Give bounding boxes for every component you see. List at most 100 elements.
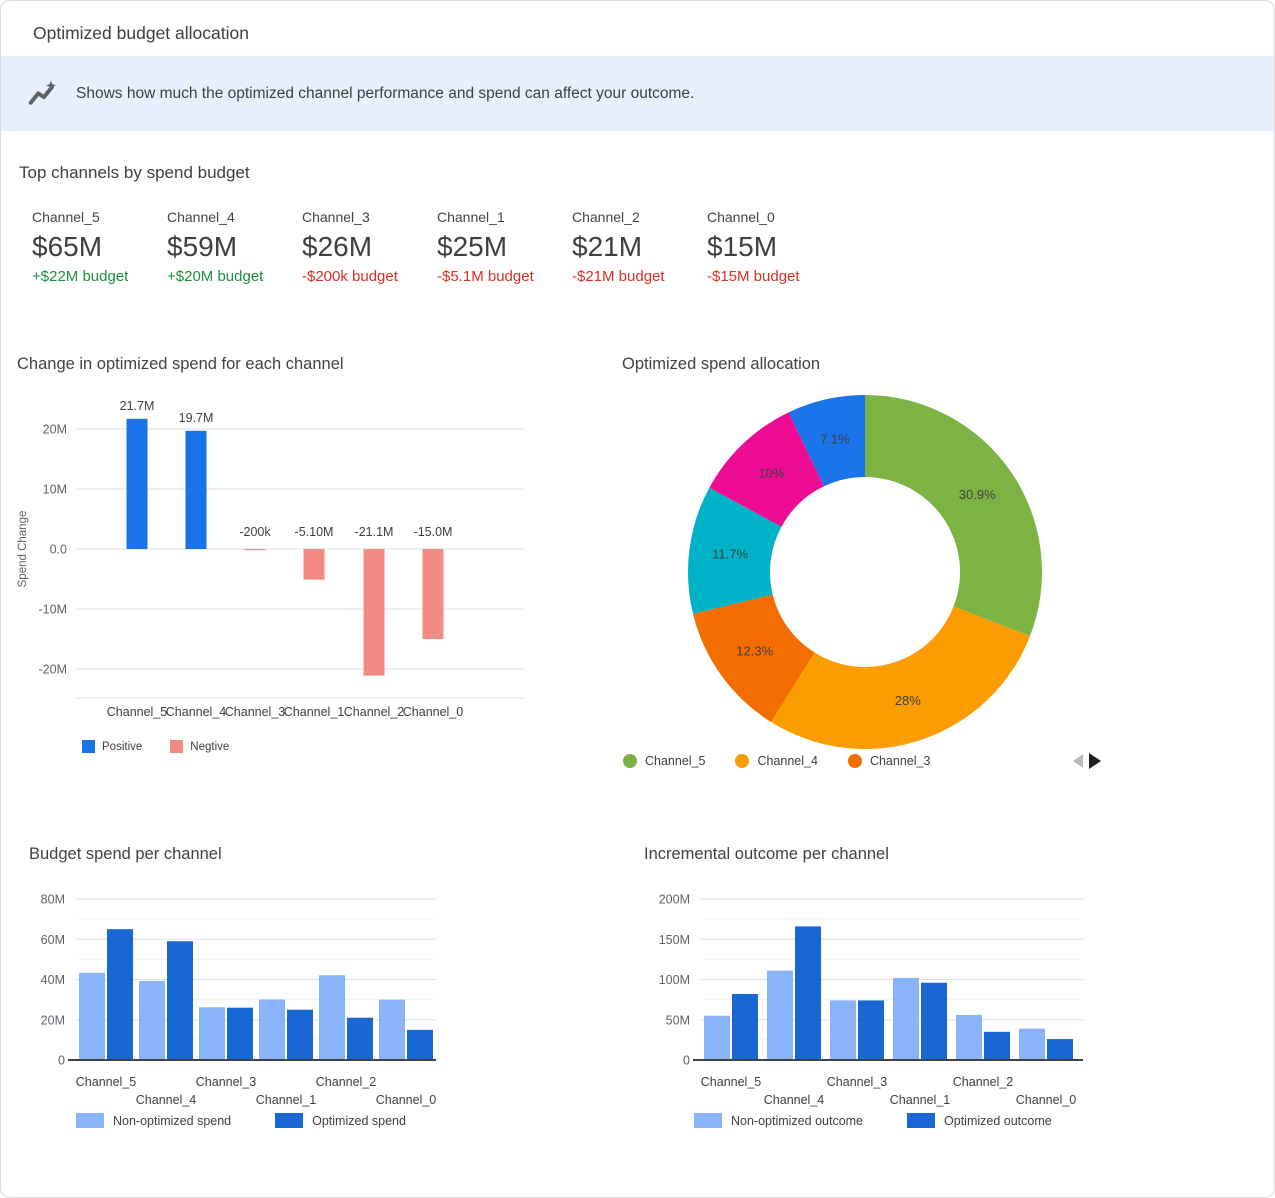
svg-text:Channel_4: Channel_4 bbox=[136, 1093, 197, 1107]
top-channels-row: Channel_5 $65M +$22M budget Channel_4 $5… bbox=[32, 209, 842, 285]
svg-text:60M: 60M bbox=[41, 933, 65, 947]
channel-spend-value: $26M bbox=[302, 232, 437, 262]
svg-text:0: 0 bbox=[58, 1054, 65, 1068]
incremental-outcome-legend: Non-optimized outcome Optimized outcome bbox=[694, 1113, 1052, 1128]
channel4-legend-dot bbox=[735, 754, 749, 768]
channel3-legend-dot bbox=[848, 754, 862, 768]
channel-budget-delta: -$15M budget bbox=[707, 268, 842, 285]
svg-text:11.7%: 11.7% bbox=[712, 547, 748, 562]
svg-text:Channel_1: Channel_1 bbox=[890, 1093, 951, 1107]
legend-label: Positive bbox=[102, 741, 142, 753]
svg-text:28%: 28% bbox=[895, 693, 921, 708]
legend-label: Optimized outcome bbox=[944, 1114, 1052, 1128]
channel-budget-delta: +$20M budget bbox=[167, 268, 302, 285]
svg-text:Channel_4: Channel_4 bbox=[166, 705, 227, 719]
svg-text:50M: 50M bbox=[666, 1013, 690, 1027]
budget-spend-legend: Non-optimized spend Optimized spend bbox=[76, 1113, 406, 1128]
channel-card: Channel_2 $21M -$21M budget bbox=[572, 209, 707, 285]
page-title: Optimized budget allocation bbox=[33, 23, 249, 44]
svg-text:7.1%: 7.1% bbox=[820, 431, 850, 446]
channel-card: Channel_0 $15M -$15M budget bbox=[707, 209, 842, 285]
svg-text:19.7M: 19.7M bbox=[179, 411, 214, 425]
channel-budget-delta: +$22M budget bbox=[32, 268, 167, 285]
svg-text:Channel_5: Channel_5 bbox=[701, 1075, 762, 1089]
svg-text:200M: 200M bbox=[659, 893, 690, 907]
svg-text:Channel_3: Channel_3 bbox=[225, 705, 286, 719]
allocation-chart-title: Optimized spend allocation bbox=[622, 355, 820, 374]
svg-text:100M: 100M bbox=[659, 973, 690, 987]
legend-label: Negtive bbox=[190, 741, 229, 753]
channel-card: Channel_3 $26M -$200k budget bbox=[302, 209, 437, 285]
allocation-donut-chart[interactable]: 30.9%28%12.3%11.7%10%7.1% bbox=[622, 386, 1092, 752]
legend-label: Optimized spend bbox=[312, 1114, 406, 1128]
svg-text:Channel_4: Channel_4 bbox=[764, 1093, 825, 1107]
spend-change-chart-title: Change in optimized spend for each chann… bbox=[17, 355, 344, 374]
optimized-spend-swatch bbox=[275, 1113, 303, 1128]
svg-text:-21.1M: -21.1M bbox=[355, 525, 394, 539]
non-optimized-spend-swatch bbox=[76, 1113, 104, 1128]
legend-label: Channel_3 bbox=[870, 754, 930, 768]
next-page-icon[interactable] bbox=[1089, 753, 1101, 769]
optimized-outcome-swatch bbox=[907, 1113, 935, 1128]
svg-text:40M: 40M bbox=[41, 973, 65, 987]
incremental-outcome-chart[interactable]: 050M100M150M200MChannel_5Channel_4Channe… bbox=[641, 871, 1261, 1111]
budget-spend-chart-title: Budget spend per channel bbox=[29, 845, 222, 864]
svg-text:Channel_3: Channel_3 bbox=[196, 1075, 257, 1089]
banner-text: Shows how much the optimized channel per… bbox=[76, 85, 694, 103]
svg-text:20M: 20M bbox=[43, 423, 67, 437]
channel-name: Channel_4 bbox=[167, 209, 302, 225]
svg-text:Channel_2: Channel_2 bbox=[953, 1075, 1014, 1089]
top-channels-title: Top channels by spend budget bbox=[19, 163, 250, 183]
svg-text:21.7M: 21.7M bbox=[120, 399, 155, 413]
svg-text:Channel_3: Channel_3 bbox=[827, 1075, 888, 1089]
channel-card: Channel_4 $59M +$20M budget bbox=[167, 209, 302, 285]
info-banner: Shows how much the optimized channel per… bbox=[1, 56, 1274, 131]
channel-budget-delta: -$5.1M budget bbox=[437, 268, 572, 285]
svg-text:-5.10M: -5.10M bbox=[295, 525, 334, 539]
svg-text:Channel_0: Channel_0 bbox=[1016, 1093, 1077, 1107]
svg-text:80M: 80M bbox=[41, 893, 65, 907]
channel5-legend-dot bbox=[623, 754, 637, 768]
svg-text:Channel_2: Channel_2 bbox=[344, 705, 405, 719]
channel-spend-value: $25M bbox=[437, 232, 572, 262]
svg-text:0: 0 bbox=[683, 1054, 690, 1068]
spend-change-chart[interactable]: 20M10M0.0-10M-20M21.7MChannel_519.7MChan… bbox=[1, 386, 561, 761]
channel-name: Channel_3 bbox=[302, 209, 437, 225]
svg-text:Channel_5: Channel_5 bbox=[76, 1075, 137, 1089]
spend-change-legend: Positive Negtive bbox=[82, 740, 229, 753]
channel-spend-value: $59M bbox=[167, 232, 302, 262]
svg-text:150M: 150M bbox=[659, 933, 690, 947]
channel-name: Channel_1 bbox=[437, 209, 572, 225]
channel-budget-delta: -$200k budget bbox=[302, 268, 437, 285]
svg-text:Channel_2: Channel_2 bbox=[316, 1075, 377, 1089]
svg-text:10M: 10M bbox=[43, 483, 67, 497]
allocation-legend: Channel_5 Channel_4 Channel_3 bbox=[623, 753, 1101, 769]
legend-label: Channel_5 bbox=[645, 754, 705, 768]
svg-text:30.9%: 30.9% bbox=[959, 487, 996, 502]
negative-legend-swatch bbox=[170, 740, 183, 753]
legend-label: Channel_4 bbox=[757, 754, 817, 768]
channel-budget-delta: -$21M budget bbox=[572, 268, 707, 285]
channel-name: Channel_0 bbox=[707, 209, 842, 225]
channel-name: Channel_5 bbox=[32, 209, 167, 225]
svg-text:20M: 20M bbox=[41, 1013, 65, 1027]
svg-text:-20M: -20M bbox=[39, 663, 67, 677]
positive-legend-swatch bbox=[82, 740, 95, 753]
svg-text:Spend Change: Spend Change bbox=[17, 511, 29, 588]
prev-page-icon[interactable] bbox=[1073, 754, 1083, 768]
channel-spend-value: $65M bbox=[32, 232, 167, 262]
svg-text:-200k: -200k bbox=[239, 525, 271, 539]
channel-spend-value: $15M bbox=[707, 232, 842, 262]
svg-text:-15.0M: -15.0M bbox=[414, 525, 453, 539]
channel-name: Channel_2 bbox=[572, 209, 707, 225]
channel-card: Channel_5 $65M +$22M budget bbox=[32, 209, 167, 285]
svg-text:Channel_5: Channel_5 bbox=[107, 705, 168, 719]
incremental-outcome-chart-title: Incremental outcome per channel bbox=[644, 845, 889, 864]
channel-card: Channel_1 $25M -$5.1M budget bbox=[437, 209, 572, 285]
budget-spend-chart[interactable]: 0 20M 40M 60M 80M Channel_5 Channel_4 Channel_3… bbox=[21, 871, 621, 1111]
optimized-budget-allocation-card: Optimized budget allocation Shows how mu… bbox=[0, 0, 1275, 1198]
legend-label: Non-optimized outcome bbox=[731, 1114, 863, 1128]
legend-label: Non-optimized spend bbox=[113, 1114, 231, 1128]
svg-text:Channel_1: Channel_1 bbox=[284, 705, 345, 719]
channel-spend-value: $21M bbox=[572, 232, 707, 262]
